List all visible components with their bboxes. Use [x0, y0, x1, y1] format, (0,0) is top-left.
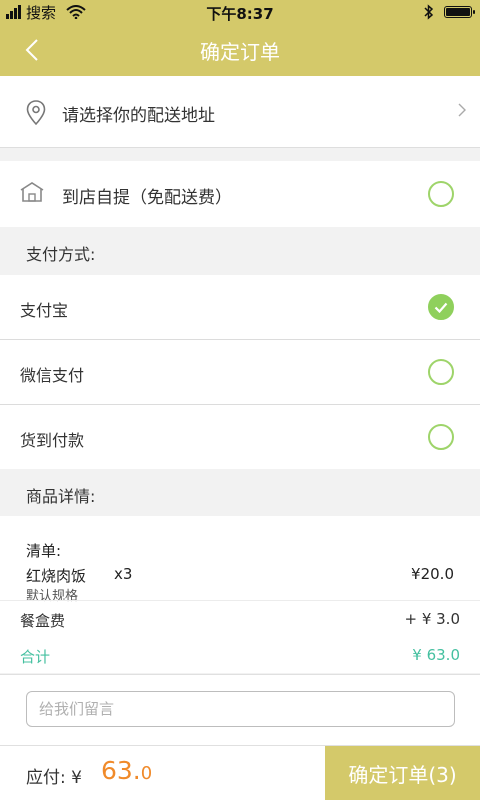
pay-amount: 63.0 — [101, 756, 152, 785]
chevron-right-icon — [458, 103, 466, 117]
bluetooth-icon — [424, 4, 434, 20]
payment-option-cod[interactable]: 货到付款 — [0, 405, 480, 469]
pay-amount-dec: 0 — [140, 763, 153, 784]
cod-radio[interactable] — [428, 424, 454, 450]
page-title: 确定订单 — [200, 40, 280, 64]
nav-bar: 确定订单 — [0, 24, 480, 76]
item-qty: x3 — [114, 565, 133, 583]
goods-section-label: 商品详情: — [26, 487, 96, 506]
total-label: 合计 — [20, 648, 51, 666]
item-name: 红烧肉饭 — [26, 567, 87, 585]
pay-label: 应付: ¥ — [26, 768, 82, 788]
address-selector[interactable]: 请选择你的配送地址 — [0, 76, 480, 148]
checkout-bar: 应付: ¥ 63.0 确定订单(3) — [0, 745, 480, 800]
payment-option-label: 支付宝 — [20, 301, 69, 320]
divider — [0, 600, 480, 601]
status-bar: 搜索 下午8:37 — [0, 0, 480, 24]
goods-detail: 清单: 红烧肉饭 x3 ¥20.0 默认规格 餐盒费 + ¥ 3.0 合计 ¥ … — [0, 516, 480, 673]
item-spec: 默认规格 — [26, 589, 79, 604]
status-time: 下午8:37 — [206, 5, 274, 23]
message-section — [0, 674, 480, 745]
box-fee-value: + ¥ 3.0 — [404, 610, 460, 628]
list-label: 清单: — [26, 542, 62, 560]
location-pin-icon — [26, 100, 46, 126]
payment-option-label: 货到付款 — [20, 431, 85, 450]
total-value: ¥ 63.0 — [412, 646, 460, 664]
payment-section-label: 支付方式: — [26, 245, 96, 264]
battery-icon — [444, 6, 475, 18]
item-price: ¥20.0 — [411, 565, 454, 583]
message-input[interactable] — [26, 691, 455, 727]
alipay-radio-checked[interactable] — [428, 294, 454, 320]
pickup-label: 到店自提（免配送费） — [62, 188, 232, 208]
wechat-radio[interactable] — [428, 359, 454, 385]
confirm-order-button[interactable]: 确定订单(3) — [325, 746, 480, 800]
pickup-option[interactable]: 到店自提（免配送费） — [0, 161, 480, 227]
box-fee-label: 餐盒费 — [20, 612, 66, 630]
store-icon — [20, 182, 44, 202]
payment-option-label: 微信支付 — [20, 366, 85, 385]
check-icon — [434, 302, 448, 313]
pay-amount-int: 63. — [101, 756, 141, 785]
payment-option-alipay[interactable]: 支付宝 — [0, 275, 480, 339]
pickup-radio[interactable] — [428, 181, 454, 207]
address-prompt: 请选择你的配送地址 — [62, 106, 215, 126]
payment-option-wechat[interactable]: 微信支付 — [0, 340, 480, 404]
